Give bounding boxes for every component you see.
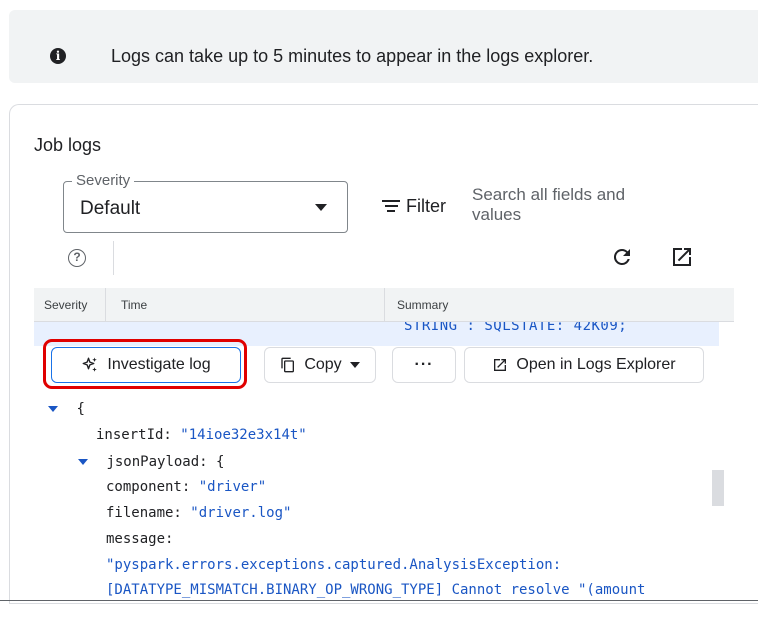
toolbar-divider: [113, 241, 114, 275]
filter-button[interactable]: Filter: [382, 189, 446, 223]
open-in-new-icon: [494, 359, 507, 371]
bottom-divider: [0, 600, 758, 601]
investigate-log-button[interactable]: Investigate log: [51, 347, 241, 383]
severity-value: Default: [80, 198, 141, 219]
banner-text: Logs can take up to 5 minutes to appear …: [111, 46, 594, 66]
refresh-icon[interactable]: [610, 245, 634, 269]
log-entry-expanded: STRING : SQLSTATE: 42K09; Investigate lo…: [34, 322, 734, 603]
investigate-log-label: Investigate log: [107, 356, 211, 373]
info-icon: i: [50, 48, 66, 64]
log-line: filename: "driver.log": [106, 505, 292, 521]
log-line: jsonPayload: {: [78, 454, 224, 470]
column-summary[interactable]: Summary: [397, 298, 448, 312]
log-line: message:: [106, 531, 174, 547]
info-banner: i Logs can take up to 5 minutes to appea…: [9, 10, 758, 83]
scrollbar-thumb[interactable]: [712, 470, 724, 506]
severity-label: Severity: [72, 172, 135, 189]
table-header: Severity Time Summary: [34, 288, 734, 322]
severity-select[interactable]: Severity Default: [63, 172, 348, 233]
log-line: "pyspark.errors.exceptions.captured.Anal…: [106, 557, 562, 573]
job-logs-card: Job logs Severity Default Filter Search …: [9, 104, 758, 604]
log-line: insertId: "14ioe32e3x14t": [96, 427, 307, 443]
open-in-logs-explorer-button[interactable]: Open in Logs Explorer: [464, 347, 704, 383]
filter-icon: [382, 200, 400, 212]
copy-icon: [281, 357, 295, 373]
column-divider: [384, 288, 385, 322]
summary-truncated: STRING : SQLSTATE: 42K09;: [404, 322, 628, 334]
open-in-logs-explorer-label: Open in Logs Explorer: [516, 356, 676, 373]
copy-label: Copy: [304, 356, 342, 373]
column-divider: [105, 288, 106, 322]
caret-down-icon: [315, 204, 327, 211]
search-input[interactable]: Search all fields and values: [472, 185, 672, 225]
copy-button[interactable]: Copy: [264, 347, 376, 383]
log-line: component: "driver": [106, 479, 267, 495]
log-line: {: [48, 401, 85, 417]
expand-toggle-icon[interactable]: [78, 459, 88, 465]
open-in-new-icon[interactable]: [670, 245, 694, 269]
help-icon[interactable]: ?: [68, 249, 86, 267]
log-line: [DATATYPE_MISMATCH.BINARY_OP_WRONG_TYPE]…: [106, 582, 646, 598]
filter-label: Filter: [406, 195, 446, 216]
card-title: Job logs: [34, 135, 102, 155]
column-severity[interactable]: Severity: [44, 298, 87, 312]
sparkle-icon: [82, 357, 98, 372]
caret-down-icon: [349, 362, 360, 368]
more-options-button[interactable]: ···: [392, 347, 456, 383]
expand-toggle-icon[interactable]: [48, 406, 58, 412]
column-time[interactable]: Time: [121, 298, 147, 312]
